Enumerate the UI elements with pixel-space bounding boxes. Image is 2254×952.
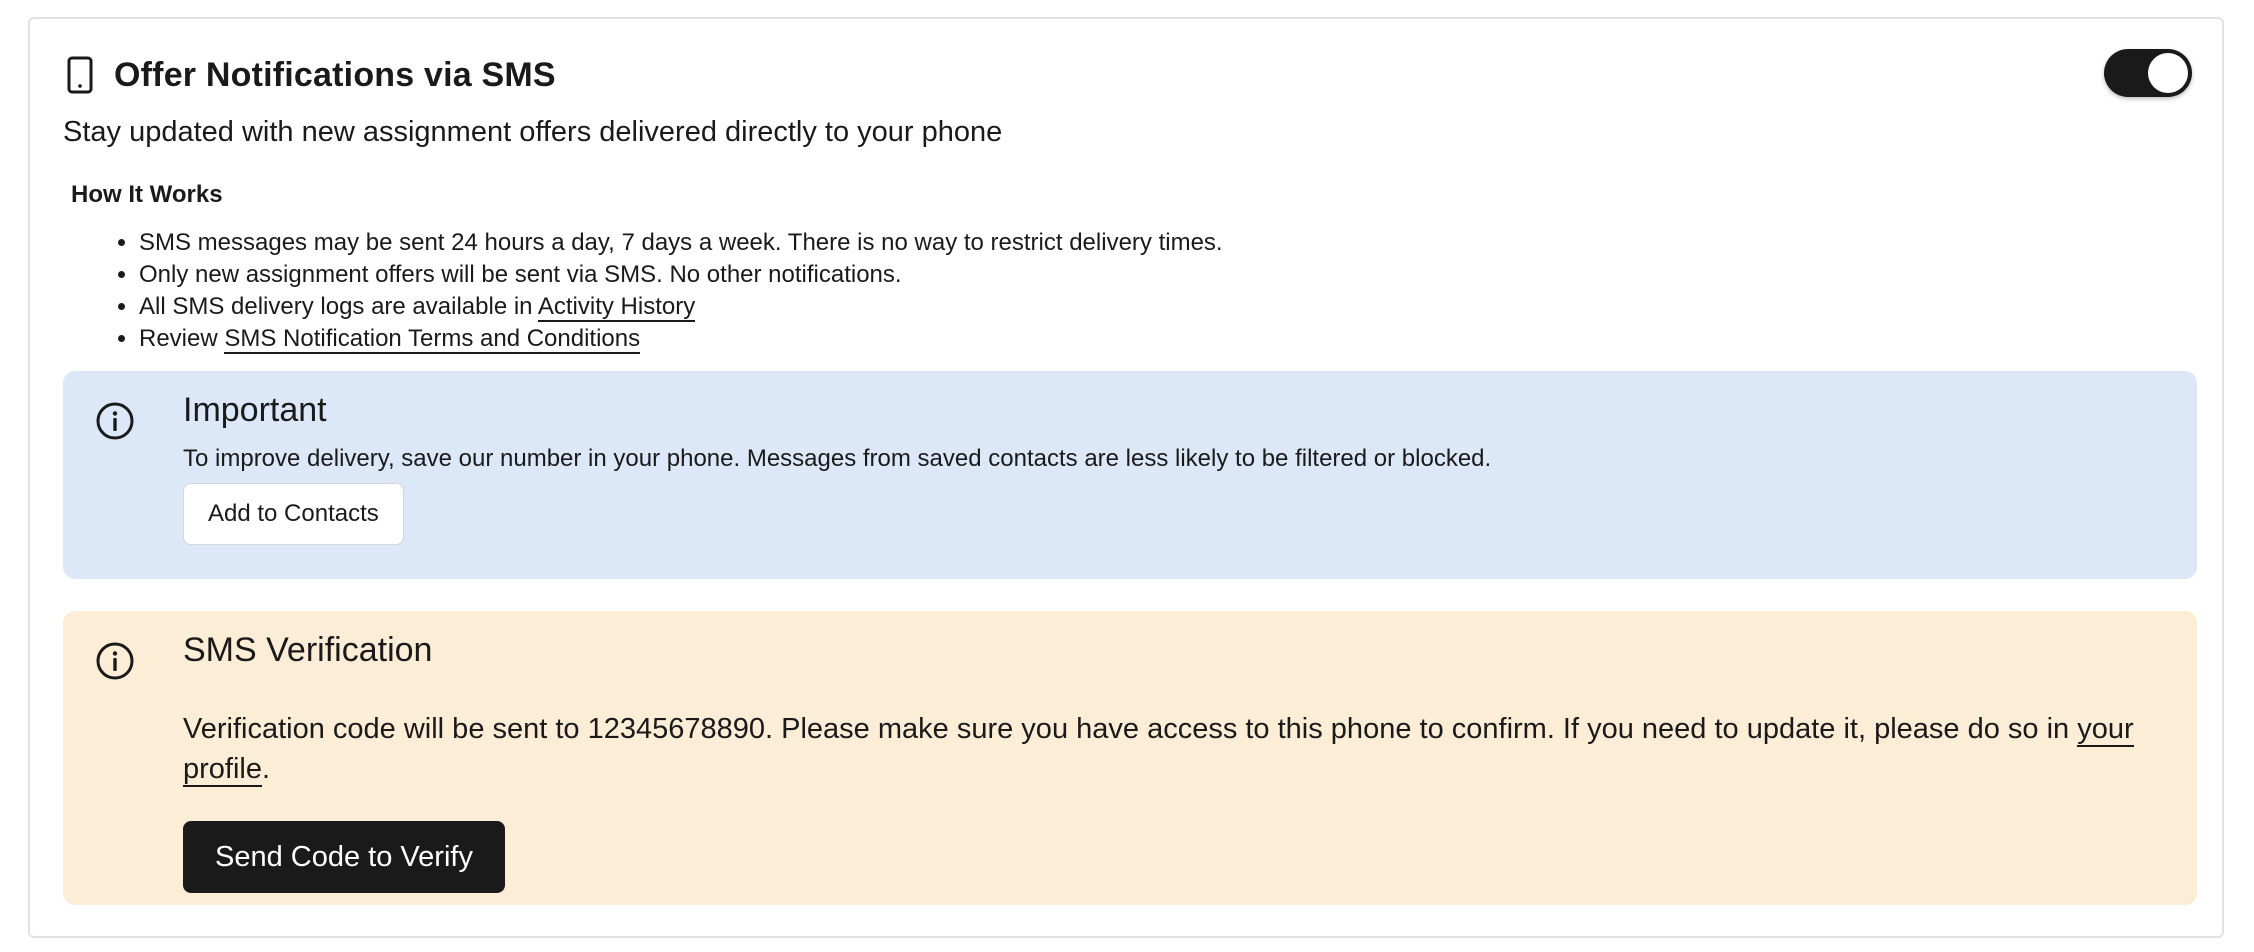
subtitle: Stay updated with new assignment offers … (63, 116, 1003, 148)
activity-history-link[interactable]: Activity History (537, 293, 696, 322)
list-item-text: Review (139, 325, 225, 352)
toggle-knob (2148, 53, 2188, 93)
info-icon (95, 641, 135, 681)
sms-toggle[interactable] (2104, 49, 2192, 97)
info-icon (95, 401, 135, 441)
list-item: All SMS delivery logs are available in A… (139, 291, 1223, 323)
how-it-works-heading: How It Works (71, 181, 223, 208)
list-item: SMS messages may be sent 24 hours a day,… (139, 227, 1223, 259)
list-item-text: All SMS delivery logs are available in (139, 293, 538, 320)
add-to-contacts-button[interactable]: Add to Contacts (183, 483, 404, 545)
page-title: Offer Notifications via SMS (114, 55, 556, 94)
verification-text-suffix: . (262, 753, 271, 785)
phone-icon (64, 55, 96, 95)
send-code-button[interactable]: Send Code to Verify (183, 821, 505, 893)
sms-notifications-card: Offer Notifications via SMS Stay updated… (28, 17, 2224, 938)
list-item-text: Only new assignment offers will be sent … (139, 261, 902, 288)
verification-text-prefix: Verification code will be sent to 123456… (183, 713, 2078, 745)
important-text: To improve delivery, save our number in … (183, 445, 1492, 472)
sms-verification-callout: SMS Verification Verification code will … (63, 611, 2197, 905)
card-header: Offer Notifications via SMS (64, 55, 556, 95)
verification-text: Verification code will be sent to 123456… (183, 709, 2173, 789)
terms-link[interactable]: SMS Notification Terms and Conditions (224, 325, 641, 354)
important-callout: Important To improve delivery, save our … (63, 371, 2197, 579)
verification-title: SMS Verification (183, 631, 433, 669)
how-it-works-list: SMS messages may be sent 24 hours a day,… (109, 227, 1223, 355)
list-item: Only new assignment offers will be sent … (139, 259, 1223, 291)
list-item: Review SMS Notification Terms and Condit… (139, 323, 1223, 355)
list-item-text: SMS messages may be sent 24 hours a day,… (139, 229, 1223, 256)
important-title: Important (183, 391, 327, 429)
